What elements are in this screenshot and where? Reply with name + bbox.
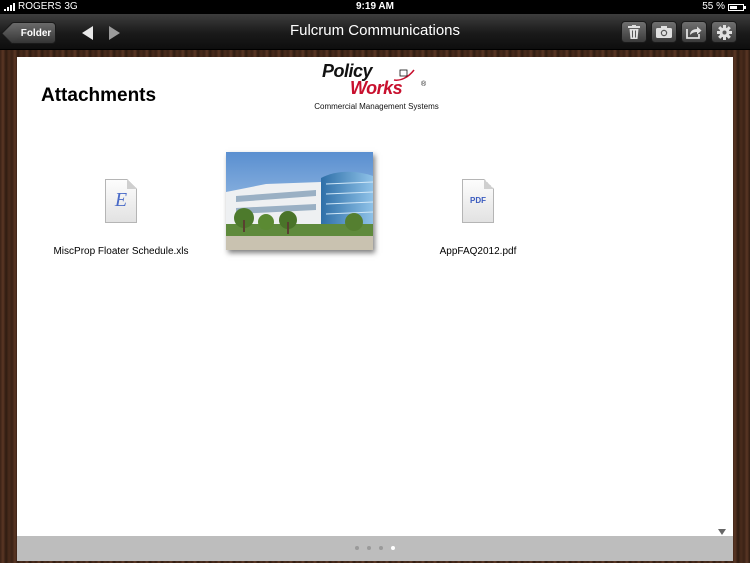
page-dot[interactable] (391, 546, 395, 550)
building-photo-thumbnail[interactable] (226, 152, 373, 250)
next-arrow-icon[interactable] (109, 26, 120, 40)
page-dot[interactable] (379, 546, 383, 550)
page-indicator[interactable] (17, 546, 733, 550)
attachments-heading: Attachments (41, 85, 157, 106)
building-photo-image (226, 152, 373, 250)
excel-glyph: E (114, 189, 128, 211)
clock: 9:19 AM (356, 1, 394, 12)
trash-button[interactable] (621, 21, 647, 43)
logo-tagline: Commercial Management Systems (314, 102, 439, 111)
pdf-file-icon[interactable]: PDF (462, 179, 494, 223)
status-bar: ROGERS 3G 9:19 AM 55 % (0, 0, 750, 14)
share-button[interactable] (681, 21, 707, 43)
page-dot[interactable] (367, 546, 371, 550)
page-footer (17, 536, 733, 561)
logo-line2: Works (350, 78, 403, 98)
page-dot[interactable] (355, 546, 359, 550)
settings-button[interactable] (711, 21, 737, 43)
folder-back-button[interactable]: Folder (10, 22, 56, 44)
attachment-label-pdf[interactable]: AppFAQ2012.pdf (418, 246, 538, 257)
scroll-down-icon[interactable] (718, 529, 726, 535)
attachment-label-xls[interactable]: MiscProp Floater Schedule.xls (41, 246, 201, 257)
gear-icon (716, 24, 732, 40)
battery-icon (728, 3, 746, 11)
excel-file-icon[interactable]: E (105, 179, 137, 223)
battery-status: 55 % (702, 0, 746, 14)
policyworks-logo: Policy Works ® Commercial Management Sys… (314, 61, 439, 113)
attachments-page (17, 57, 733, 536)
top-toolbar: Folder Fulcrum Communications (0, 14, 750, 50)
page-title: Fulcrum Communications (289, 22, 461, 39)
pdf-glyph: PDF (470, 196, 486, 205)
previous-arrow-icon[interactable] (82, 26, 93, 40)
camera-icon (656, 26, 672, 38)
battery-percent: 55 % (702, 1, 725, 12)
trash-icon (628, 25, 640, 39)
folder-button-label: Folder (20, 28, 52, 39)
logo-registered: ® (421, 81, 427, 88)
share-icon (686, 26, 702, 39)
camera-button[interactable] (651, 21, 677, 43)
